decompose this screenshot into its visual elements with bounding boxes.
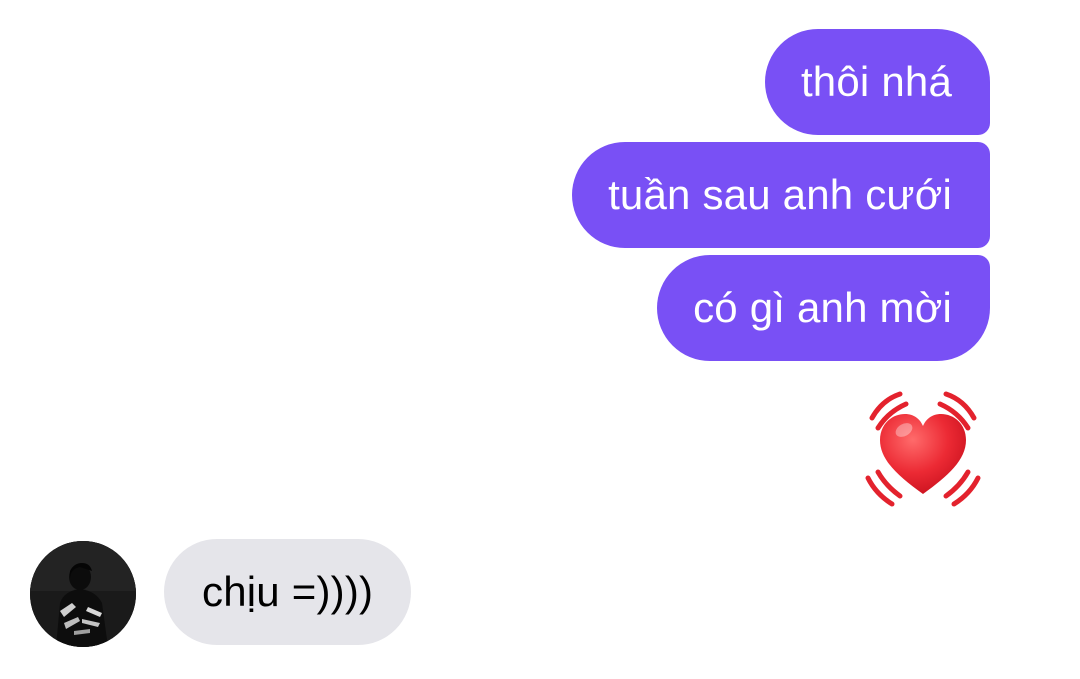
message-text: chịu =)))) — [202, 568, 374, 615]
outgoing-message-bubble[interactable]: thôi nhá — [764, 29, 990, 135]
message-text: có gì anh mời — [693, 284, 952, 331]
avatar[interactable] — [30, 541, 136, 647]
incoming-message-bubble[interactable]: chịu =)))) — [164, 539, 412, 645]
outgoing-message-bubble[interactable]: có gì anh mời — [657, 255, 990, 361]
beating-heart-icon[interactable] — [858, 384, 988, 512]
message-text: thôi nhá — [800, 58, 952, 105]
message-text: tuần sau anh cưới — [608, 171, 952, 218]
outgoing-message-bubble[interactable]: tuần sau anh cưới — [572, 142, 990, 248]
chat-thread: thôi nhá tuần sau anh cưới có gì anh mời — [0, 0, 1080, 679]
